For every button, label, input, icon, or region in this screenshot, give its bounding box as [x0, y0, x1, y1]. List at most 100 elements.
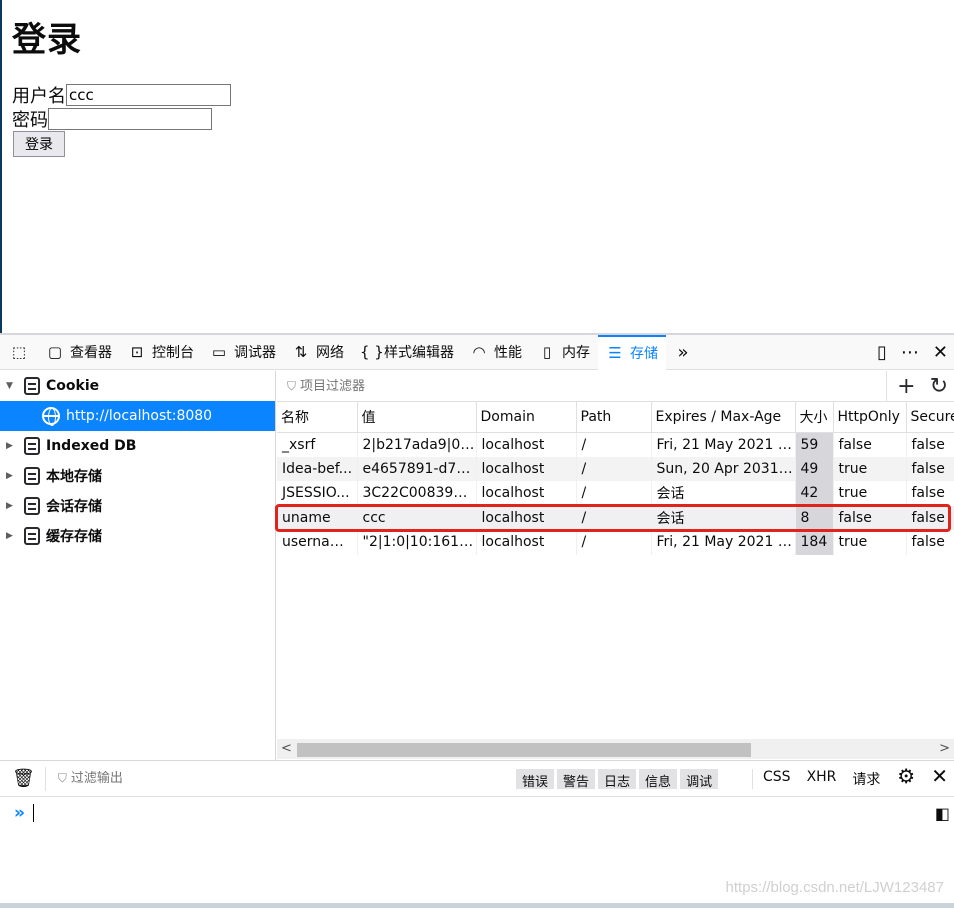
table-row[interactable]: _xsrf 2|b217ada9|0e... localhost / Fri, …: [277, 432, 954, 457]
trash-icon[interactable]: 🗑: [12, 768, 35, 789]
level-info-button[interactable]: 信息: [639, 769, 678, 790]
username-input[interactable]: [66, 84, 231, 106]
css-filter-button[interactable]: CSS: [763, 769, 791, 789]
globe-icon: [42, 407, 60, 426]
password-input[interactable]: [48, 108, 212, 130]
collapsed-arrow-icon: ▶: [6, 531, 13, 541]
devtools-toolbar: ⬚ ▢ 查看器 ⊡ 控制台 ▭ 调试器 ⇅ 网络 { } 样式编辑器 ◠ 性能 …: [0, 334, 954, 370]
tree-item-cache-storage[interactable]: ▶ 缓存存储: [0, 521, 275, 551]
add-item-icon[interactable]: +: [897, 374, 915, 399]
scrollbar-thumb[interactable]: [297, 743, 751, 757]
cell-size: 184: [795, 530, 834, 555]
requests-filter-button[interactable]: 请求: [852, 769, 880, 789]
tab-memory[interactable]: ▯ 内存: [530, 335, 598, 370]
password-row: 密码: [12, 106, 212, 132]
storage-icon: ☰: [608, 344, 622, 362]
column-header[interactable]: HttpOnly: [833, 402, 907, 433]
login-button[interactable]: 登录: [13, 131, 65, 157]
more-options-icon[interactable]: ⋯: [901, 342, 919, 363]
console-filter: ⛉: [44, 766, 271, 791]
cell-secure: false: [906, 530, 954, 555]
column-header[interactable]: Path: [576, 402, 652, 433]
scroll-left-icon[interactable]: <: [281, 741, 292, 756]
cell-domain: localhost: [476, 481, 577, 506]
username-label: 用户名: [12, 86, 66, 107]
debugger-icon: ▭: [211, 343, 227, 361]
table-row[interactable]: JSESSIO... 3C22C00839B... localhost / 会话…: [277, 481, 954, 506]
tab-label: 内存: [562, 345, 590, 361]
tree-item-label: 缓存存储: [46, 529, 102, 545]
horizontal-scrollbar[interactable]: < >: [277, 739, 954, 759]
level-warnings-button[interactable]: 警告: [557, 769, 596, 790]
cell-domain: localhost: [476, 530, 577, 555]
tab-network[interactable]: ⇅ 网络: [284, 335, 352, 370]
cell-path: /: [576, 505, 652, 530]
cell-expires: Fri, 21 May 2021 1...: [651, 432, 796, 457]
memory-icon: ▯: [542, 343, 552, 361]
responsive-design-icon[interactable]: ▯: [877, 342, 887, 363]
cell-name: _xsrf: [277, 432, 358, 457]
item-filter-bar: ⛉ + ↻: [277, 371, 954, 402]
cell-name: uname: [277, 505, 358, 530]
console-input[interactable]: » ◧: [0, 798, 954, 828]
web-page: 登录 用户名 密码 登录: [0, 0, 954, 333]
close-icon[interactable]: ✕: [931, 764, 948, 788]
close-icon[interactable]: ✕: [933, 342, 948, 363]
level-errors-button[interactable]: 错误: [516, 769, 555, 790]
tab-storage[interactable]: ☰ 存储: [598, 334, 666, 370]
console-filter-input[interactable]: [70, 771, 271, 786]
column-header[interactable]: 大小: [795, 402, 834, 433]
element-picker-button[interactable]: ⬚: [0, 335, 38, 370]
table-row[interactable]: usernam... "2|1:0|10:1619... localhost /…: [277, 530, 954, 555]
cell-expires: 会话: [651, 481, 796, 506]
cell-path: /: [576, 530, 652, 555]
cell-size: 42: [795, 481, 834, 506]
cookie-table: 名称 值 Domain Path Expires / Max-Age 大小 Ht…: [277, 402, 954, 555]
tab-debugger[interactable]: ▭ 调试器: [202, 335, 284, 370]
xhr-filter-button[interactable]: XHR: [807, 769, 837, 789]
log-level-filters: 错误 警告 日志 信息 调试: [516, 769, 719, 790]
storage-db-icon: [24, 527, 40, 545]
column-header[interactable]: 值: [357, 402, 477, 433]
more-tools-button[interactable]: »: [666, 335, 700, 370]
level-debug-button[interactable]: 调试: [680, 769, 719, 790]
cell-httponly: false: [833, 505, 907, 530]
tab-label: 网络: [316, 345, 344, 361]
tree-item-label: Indexed DB: [46, 438, 137, 454]
tree-item-local-storage[interactable]: ▶ 本地存储: [0, 461, 275, 491]
sidebar-toggle-icon[interactable]: ◧: [935, 804, 950, 823]
cell-domain: localhost: [476, 456, 577, 481]
tree-item-indexed-db[interactable]: ▶ Indexed DB: [0, 431, 275, 461]
cell-secure: false: [906, 481, 954, 506]
cell-path: /: [576, 481, 652, 506]
filter-icon: ⛉: [287, 378, 297, 393]
tab-label: 查看器: [70, 345, 112, 361]
column-header[interactable]: Expires / Max-Age: [651, 402, 796, 433]
column-header[interactable]: Domain: [476, 402, 577, 433]
tree-item-localhost[interactable]: http://localhost:8080: [0, 401, 275, 431]
tree-item-label: http://localhost:8080: [66, 408, 213, 424]
storage-db-icon: [24, 377, 40, 395]
scroll-right-icon[interactable]: >: [939, 741, 950, 756]
tab-style-editor[interactable]: { } 样式编辑器: [352, 335, 462, 370]
tree-item-session-storage[interactable]: ▶ 会话存储: [0, 491, 275, 521]
table-row-selected[interactable]: uname ccc localhost / 会话 8 false false: [277, 505, 954, 530]
tab-label: 性能: [494, 345, 522, 361]
gear-icon[interactable]: ⚙: [897, 764, 915, 788]
refresh-icon[interactable]: ↻: [930, 374, 948, 399]
cell-path: /: [576, 456, 652, 481]
table-row[interactable]: Idea-bef... e4657891-d7c... localhost / …: [277, 456, 954, 481]
tab-inspector[interactable]: ▢ 查看器: [38, 335, 120, 370]
item-filter-input[interactable]: [300, 378, 601, 394]
tree-item-cookie[interactable]: ▼ Cookie: [0, 371, 275, 401]
storage-db-icon: [24, 467, 40, 485]
cell-value: "2|1:0|10:1619...: [357, 530, 477, 555]
cell-expires: 会话: [651, 505, 796, 530]
cell-httponly: false: [833, 432, 907, 457]
tab-console[interactable]: ⊡ 控制台: [120, 335, 202, 370]
column-header[interactable]: Secure: [906, 402, 954, 433]
cell-name: JSESSIO...: [277, 481, 358, 506]
level-logs-button[interactable]: 日志: [598, 769, 637, 790]
column-header[interactable]: 名称: [277, 402, 358, 433]
tab-performance[interactable]: ◠ 性能: [462, 335, 530, 370]
